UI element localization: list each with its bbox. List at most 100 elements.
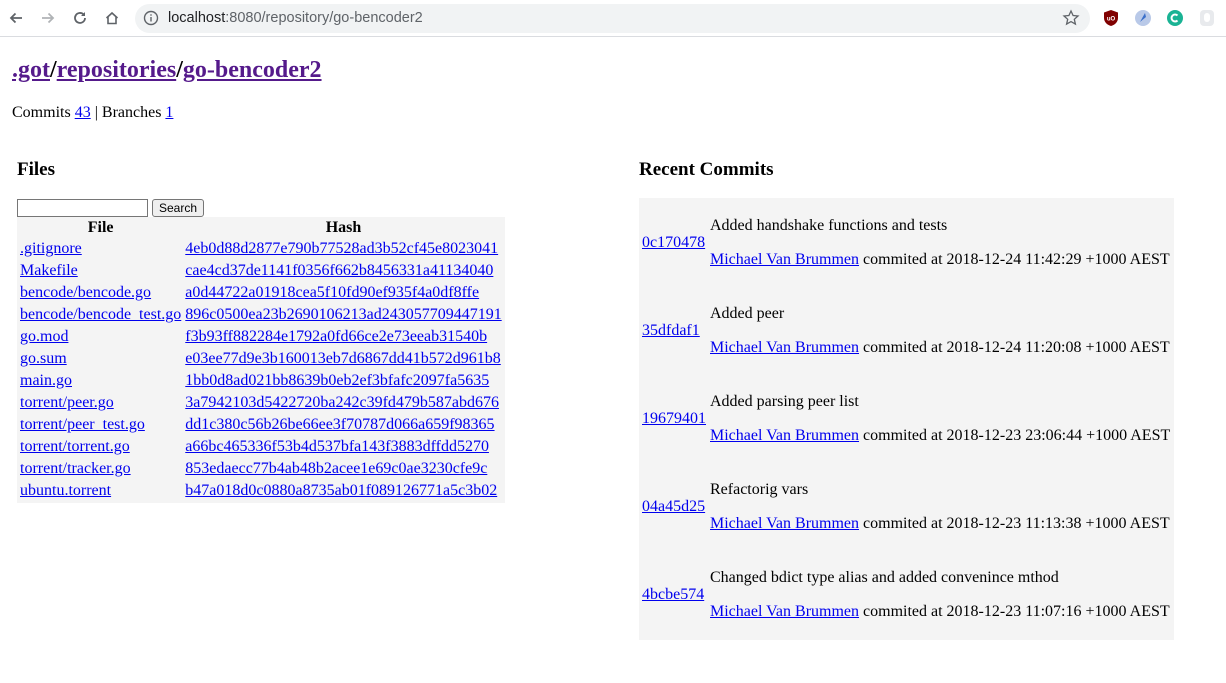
back-button[interactable] — [4, 6, 28, 30]
commit-hash-link[interactable]: 04a45d25 — [642, 498, 705, 516]
breadcrumb: .got/repositories/go-bencoder2 — [12, 57, 322, 84]
table-row: torrent/peer_test.go dd1c380c56b26be66ee3… — [19, 415, 503, 435]
breadcrumb-root-link[interactable]: .got — [12, 57, 50, 83]
file-link[interactable]: ubuntu.torrent — [20, 482, 111, 499]
home-icon — [105, 11, 119, 25]
file-link[interactable]: torrent/torrent.go — [20, 438, 130, 455]
file-cell: torrent/peer.go — [19, 393, 182, 413]
file-link[interactable]: go.sum — [20, 350, 67, 367]
commit-author-link[interactable]: Michael Van Brummen — [710, 603, 859, 620]
commit-item: 35dfdaf1 Added peer Michael Van Brummen co… — [639, 286, 1174, 374]
branches-count-link[interactable]: 1 — [165, 104, 173, 121]
recent-commits-list: 0c170478 Added handshake functions and te… — [639, 198, 1174, 640]
hash-cell: a0d44722a01918cea5f10fd90ef935f4a0df8ffe — [184, 283, 502, 303]
file-hash-link[interactable]: a0d44722a01918cea5f10fd90ef935f4a0df8ffe — [185, 284, 479, 301]
profile-icon[interactable] — [1198, 9, 1216, 27]
file-hash-link[interactable]: 3a7942103d5422720ba242c39fd479b587abd676 — [185, 394, 499, 411]
reload-button[interactable] — [68, 6, 92, 30]
commit-author-link[interactable]: Michael Van Brummen — [710, 339, 859, 356]
commit-item: 04a45d25 Refactorig vars Michael Van Brumm… — [639, 462, 1174, 550]
file-cell: torrent/torrent.go — [19, 437, 182, 457]
reload-icon — [74, 12, 86, 24]
commit-item: 4bcbe574 Changed bdict type alias and add… — [639, 550, 1174, 638]
file-hash-link[interactable]: a66bc465336f53b4d537bfa143f3883dffdd5270 — [185, 438, 489, 455]
search-button[interactable]: Search — [152, 199, 205, 217]
files-table: File Hash .gitignore 4eb0d88d2877e790b775… — [17, 217, 505, 503]
commit-hash-link[interactable]: 0c170478 — [642, 234, 705, 252]
hash-cell: a66bc465336f53b4d537bfa143f3883dffdd5270 — [184, 437, 502, 457]
file-cell: go.mod — [19, 327, 182, 347]
commit-timestamp: commited at 2018-12-24 11:20:08 +1000 AE… — [859, 339, 1170, 356]
star-icon[interactable] — [1062, 9, 1080, 27]
file-link[interactable]: Makefile — [20, 262, 78, 279]
address-bar[interactable]: localhost:8080/repository/go-bencoder2 — [135, 4, 1090, 33]
commit-message: Added parsing peer list — [710, 393, 859, 410]
url-text: localhost:8080/repository/go-bencoder2 — [168, 10, 423, 26]
commit-author-link[interactable]: Michael Van Brummen — [710, 427, 859, 444]
commit-item: 0c170478 Added handshake functions and te… — [639, 198, 1174, 286]
home-button[interactable] — [100, 6, 124, 30]
file-link[interactable]: torrent/tracker.go — [20, 460, 131, 477]
file-cell: go.sum — [19, 349, 182, 369]
file-hash-link[interactable]: 1bb0d8ad021bb8639b0eb2ef3bfafc2097fa5635 — [185, 372, 489, 389]
commit-timestamp: commited at 2018-12-23 11:13:38 +1000 AE… — [859, 515, 1170, 532]
file-hash-link[interactable]: b47a018d0c0880a8735ab01f089126771a5c3b02 — [185, 482, 497, 499]
file-link[interactable]: torrent/peer.go — [20, 394, 114, 411]
file-hash-link[interactable]: 853edaecc77b4ab48b2acee1e69c0ae3230cfe9c — [185, 460, 487, 477]
file-link[interactable]: .gitignore — [20, 240, 82, 257]
hash-cell: cae4cd37de1141f0356f662b8456331a41134040 — [184, 261, 502, 281]
file-hash-link[interactable]: e03ee77d9e3b160013eb7d6867dd41b572d961b8 — [185, 350, 501, 367]
file-link[interactable]: go.mod — [20, 328, 68, 345]
svg-text:uO: uO — [1107, 17, 1116, 23]
commit-author-link[interactable]: Michael Van Brummen — [710, 251, 859, 268]
file-cell: bencode/bencode.go — [19, 283, 182, 303]
breadcrumb-separator: / — [176, 57, 183, 83]
commit-message: Added handshake functions and tests — [710, 217, 948, 234]
file-hash-link[interactable]: 4eb0d88d2877e790b77528ad3b52cf45e8023041 — [185, 240, 498, 257]
table-header-row: File Hash — [19, 219, 503, 237]
hash-cell: 3a7942103d5422720ba242c39fd479b587abd676 — [184, 393, 502, 413]
breadcrumb-repo-link[interactable]: go-bencoder2 — [183, 57, 322, 83]
commit-hash-link[interactable]: 35dfdaf1 — [642, 322, 700, 340]
table-row: go.sum e03ee77d9e3b160013eb7d6867dd41b572… — [19, 349, 503, 369]
file-cell: ubuntu.torrent — [19, 481, 182, 501]
info-icon[interactable] — [143, 10, 159, 26]
breadcrumb-repositories-link[interactable]: repositories — [57, 57, 177, 83]
table-row: torrent/torrent.go a66bc465336f53b4d537bf… — [19, 437, 503, 457]
table-row: .gitignore 4eb0d88d2877e790b77528ad3b52cf… — [19, 239, 503, 259]
commit-hash-link[interactable]: 19679401 — [642, 410, 706, 428]
file-link[interactable]: bencode/bencode_test.go — [20, 306, 181, 323]
commit-meta: Michael Van Brummen commited at 2018-12-… — [710, 427, 1170, 445]
hash-cell: f3b93ff882284e1792a0fd66ce2e73eeab31540b — [184, 327, 502, 347]
forward-button[interactable] — [36, 6, 60, 30]
extension-blue-icon[interactable] — [1134, 9, 1152, 27]
file-hash-link[interactable]: cae4cd37de1141f0356f662b8456331a41134040 — [185, 262, 493, 279]
ublock-icon[interactable]: uO — [1102, 9, 1120, 27]
files-table-body: .gitignore 4eb0d88d2877e790b77528ad3b52cf… — [19, 239, 503, 501]
table-row: go.mod f3b93ff882284e1792a0fd66ce2e73eeab… — [19, 327, 503, 347]
table-row: main.go 1bb0d8ad021bb8639b0eb2ef3bfafc209… — [19, 371, 503, 391]
column-header-file: File — [87, 219, 114, 236]
table-row: torrent/peer.go 3a7942103d5422720ba242c39… — [19, 393, 503, 413]
commit-author-link[interactable]: Michael Van Brummen — [710, 515, 859, 532]
table-row: Makefile cae4cd37de1141f0356f662b8456331a… — [19, 261, 503, 281]
extension-green-icon[interactable] — [1166, 9, 1184, 27]
file-link[interactable]: main.go — [20, 372, 72, 389]
hash-cell: 853edaecc77b4ab48b2acee1e69c0ae3230cfe9c — [184, 459, 502, 479]
file-hash-link[interactable]: f3b93ff882284e1792a0fd66ce2e73eeab31540b — [185, 328, 487, 345]
file-hash-link[interactable]: 896c0500ea23b2690106213ad243057709447191 — [185, 306, 501, 323]
file-cell: torrent/peer_test.go — [19, 415, 182, 435]
arrow-left-icon — [9, 12, 22, 24]
file-link[interactable]: bencode/bencode.go — [20, 284, 151, 301]
commit-hash-link[interactable]: 4bcbe574 — [642, 586, 704, 604]
file-cell: bencode/bencode_test.go — [19, 305, 182, 325]
commits-label: Commits — [12, 104, 71, 121]
file-link[interactable]: torrent/peer_test.go — [20, 416, 145, 433]
table-row: bencode/bencode.go a0d44722a01918cea5f10f… — [19, 283, 503, 303]
commits-count-link[interactable]: 43 — [75, 104, 91, 121]
commit-message: Refactorig vars — [710, 481, 809, 498]
file-search-form: Search — [17, 199, 205, 217]
file-hash-link[interactable]: dd1c380c56b26be66ee3f70787d066a659f98365 — [185, 416, 494, 433]
commit-item: 19679401 Added parsing peer list Michael V… — [639, 374, 1174, 462]
file-search-input[interactable] — [17, 199, 148, 217]
